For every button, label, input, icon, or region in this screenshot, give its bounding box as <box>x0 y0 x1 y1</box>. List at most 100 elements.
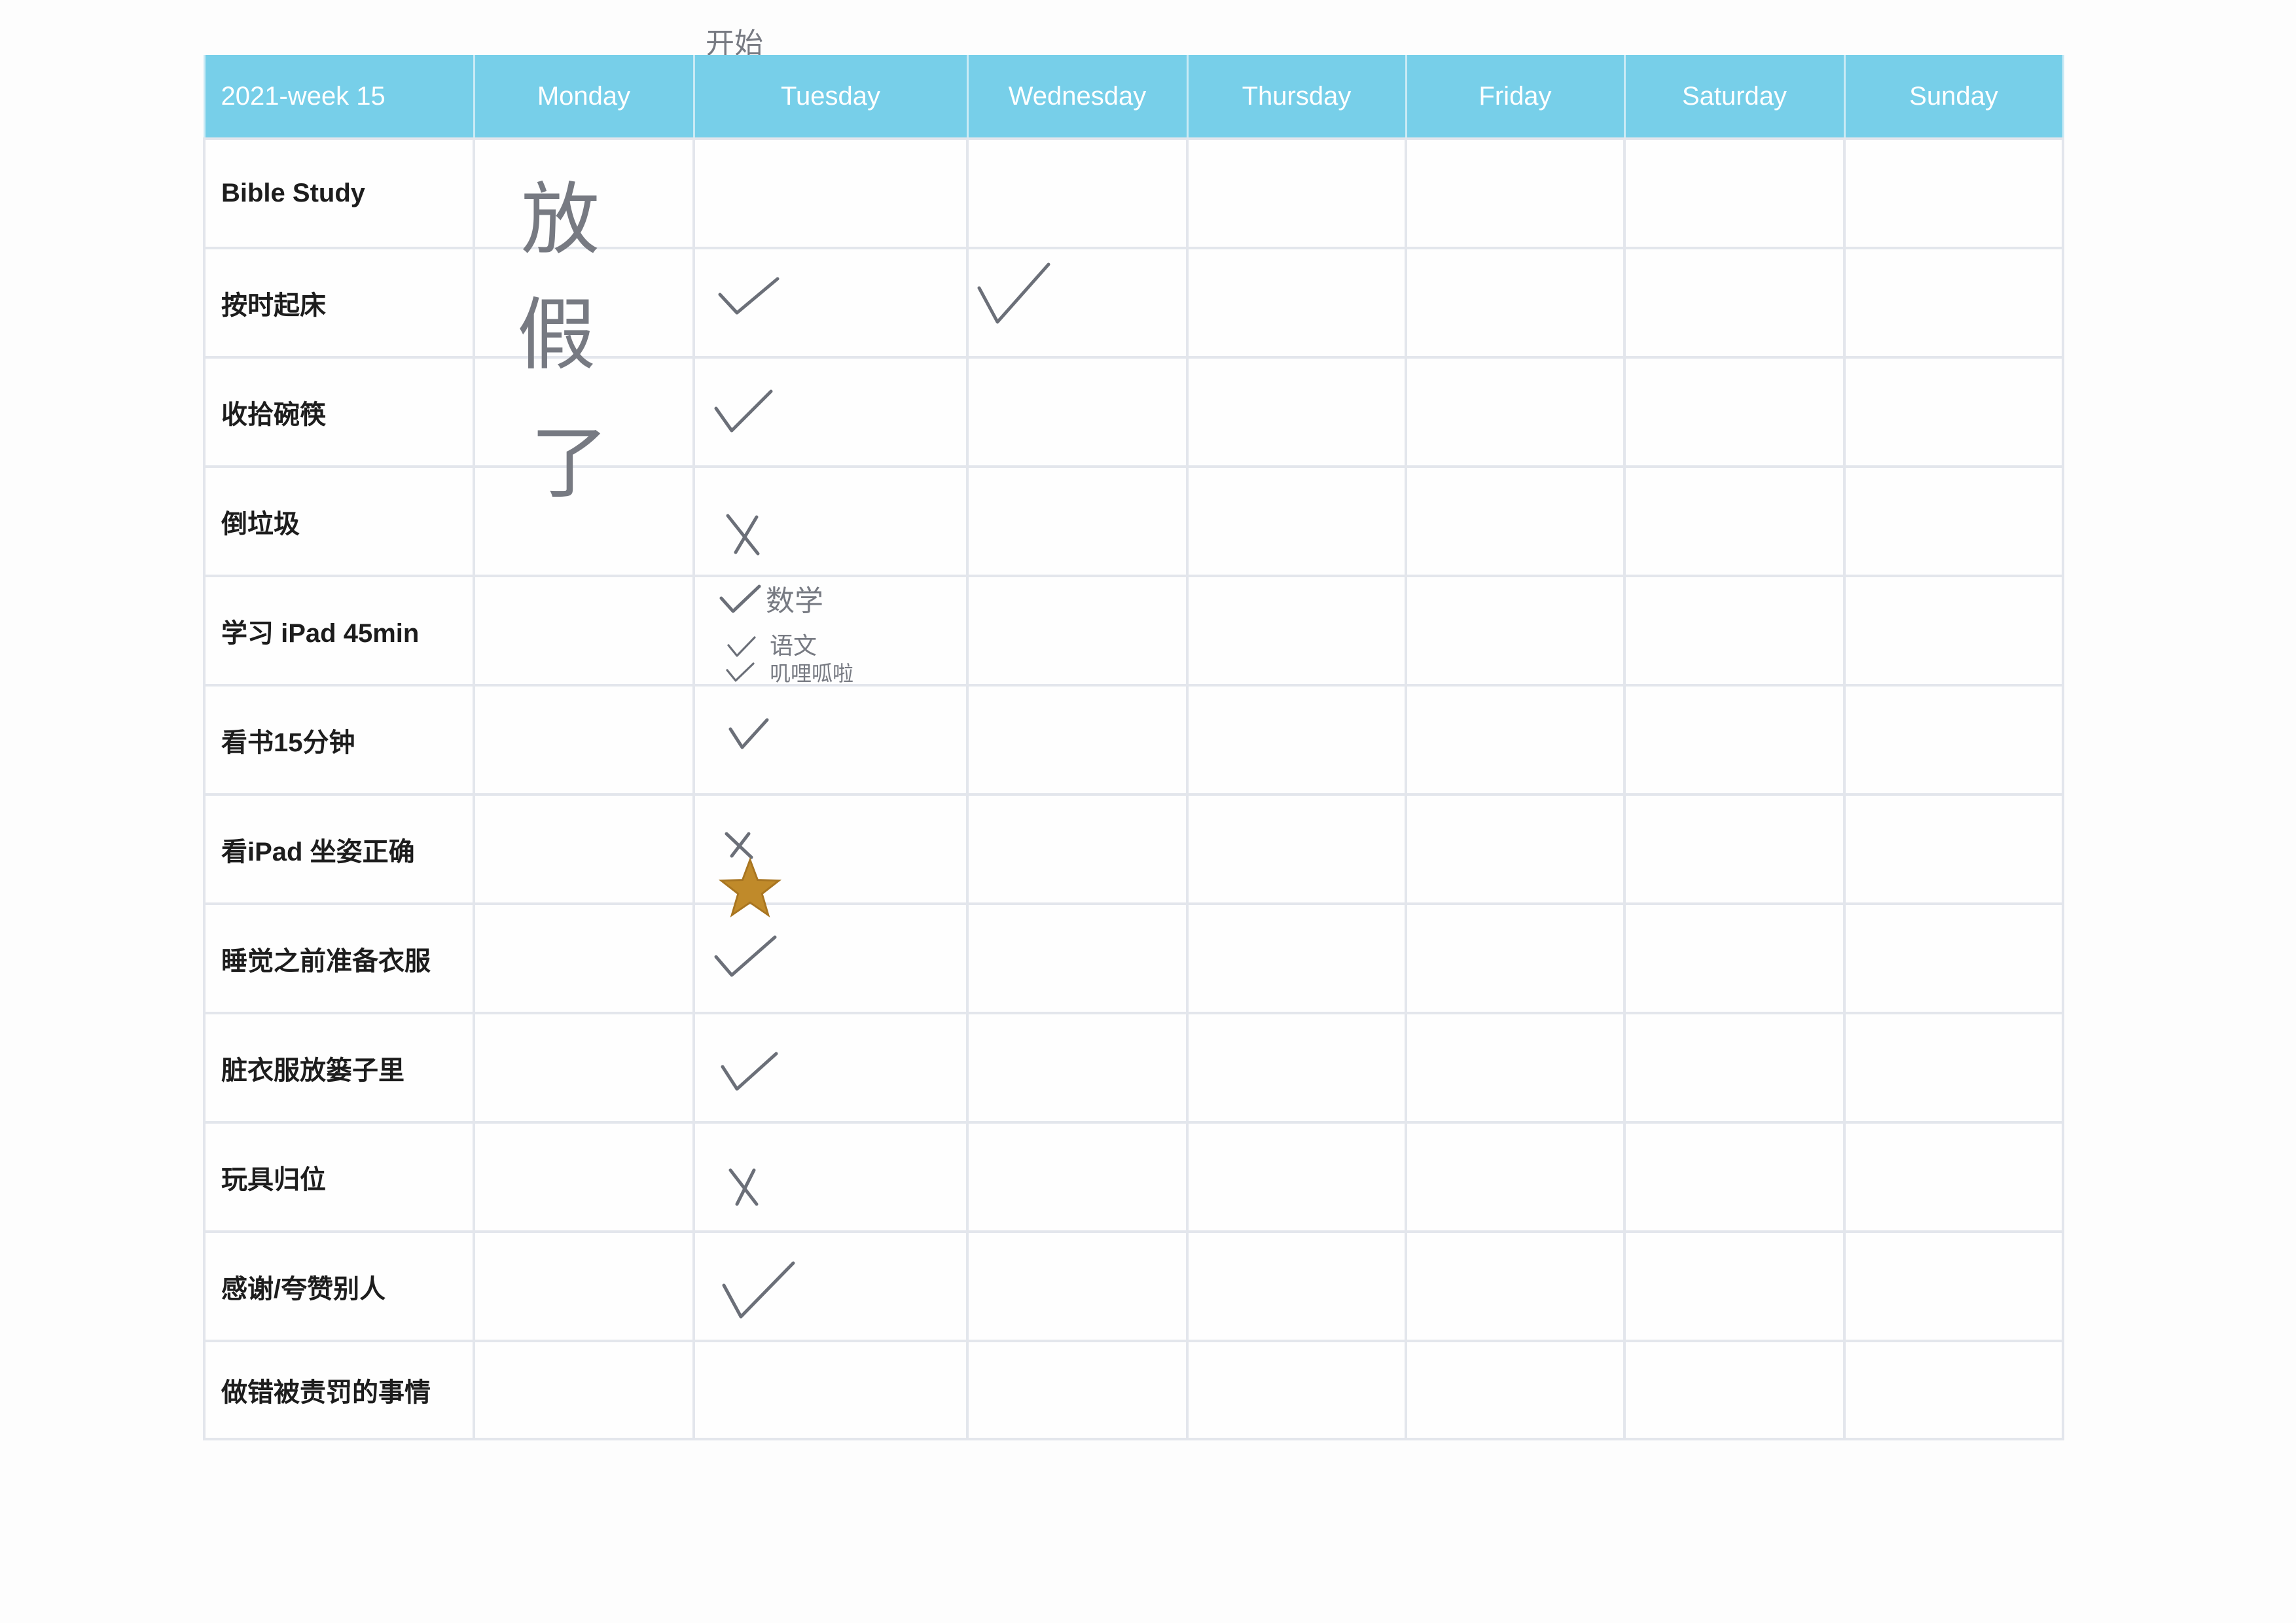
cell-saturday <box>1623 465 1846 577</box>
cell-sunday <box>1843 684 2064 796</box>
day-header-tuesday: Tuesday <box>692 55 969 139</box>
cell-monday <box>473 1230 695 1342</box>
cell-monday <box>473 902 695 1014</box>
cell-friday <box>1405 356 1626 468</box>
cross-mark-icon <box>726 514 760 556</box>
handwritten-monday-char-1: 放 <box>521 175 600 266</box>
weekly-habit-table: 2021-week 15 Monday Tuesday Wednesday Th… <box>203 55 2064 1440</box>
cell-wednesday <box>966 1012 1189 1124</box>
cell-friday <box>1405 247 1626 359</box>
cell-tuesday <box>692 137 969 249</box>
handwritten-subject: 语文 <box>770 633 817 660</box>
cell-sunday <box>1843 575 2064 687</box>
cell-wednesday <box>966 1121 1189 1233</box>
task-row: 收拾碗筷 <box>203 356 2064 468</box>
cell-friday <box>1405 793 1626 905</box>
scanned-sheet: 开始 2021-week 15 Monday Tuesday Wednesday… <box>0 0 2296 1623</box>
cell-friday <box>1405 1012 1626 1124</box>
task-label: 玩具归位 <box>203 1121 475 1233</box>
cell-saturday <box>1623 137 1846 249</box>
cell-monday <box>473 1121 695 1233</box>
cell-wednesday <box>966 1230 1189 1342</box>
cell-monday <box>473 684 695 796</box>
task-row: Bible Study <box>203 137 2064 249</box>
cell-friday <box>1405 465 1626 577</box>
cell-thursday <box>1186 1121 1407 1233</box>
cell-thursday <box>1186 1230 1407 1342</box>
cell-wednesday <box>966 1340 1189 1440</box>
cell-friday <box>1405 684 1626 796</box>
check-mark-icon <box>728 718 769 749</box>
check-mark-icon <box>722 1261 795 1319</box>
handwritten-subject: 叽哩呱啦 <box>770 661 854 686</box>
cell-monday <box>473 793 695 905</box>
cell-thursday <box>1186 575 1407 687</box>
cell-sunday <box>1843 793 2064 905</box>
cell-wednesday <box>966 793 1189 905</box>
cell-thursday <box>1186 684 1407 796</box>
cell-monday <box>473 1012 695 1124</box>
cell-friday <box>1405 1340 1626 1440</box>
cell-friday <box>1405 1230 1626 1342</box>
cell-friday <box>1405 1121 1626 1233</box>
cell-wednesday <box>966 575 1189 687</box>
check-mark-icon <box>726 662 755 682</box>
cell-friday <box>1405 902 1626 1014</box>
cell-saturday <box>1623 684 1846 796</box>
check-mark-icon <box>718 277 780 315</box>
day-header-thursday: Thursday <box>1186 55 1407 139</box>
task-label: 按时起床 <box>203 247 475 359</box>
cell-saturday <box>1623 902 1846 1014</box>
task-label: 看书15分钟 <box>203 684 475 796</box>
cell-wednesday <box>966 356 1189 468</box>
cross-mark-icon <box>728 1168 759 1206</box>
cell-monday <box>473 575 695 687</box>
cell-monday <box>473 1340 695 1440</box>
day-header-wednesday: Wednesday <box>966 55 1189 139</box>
cell-saturday <box>1623 247 1846 359</box>
cell-sunday <box>1843 137 2064 249</box>
cell-thursday <box>1186 247 1407 359</box>
check-mark-icon <box>719 584 761 613</box>
day-header-sunday: Sunday <box>1843 55 2064 139</box>
cell-wednesday <box>966 465 1189 577</box>
cell-sunday <box>1843 1121 2064 1233</box>
task-row: 按时起床 <box>203 247 2064 359</box>
check-mark-icon <box>714 935 777 977</box>
cell-saturday <box>1623 1121 1846 1233</box>
cell-saturday <box>1623 575 1846 687</box>
cell-thursday <box>1186 1012 1407 1124</box>
day-header-monday: Monday <box>473 55 695 139</box>
task-row: 看书15分钟 <box>203 684 2064 796</box>
cell-saturday <box>1623 1340 1846 1440</box>
cell-friday <box>1405 575 1626 687</box>
cell-tuesday <box>692 1340 969 1440</box>
task-row: 看iPad 坐姿正确 <box>203 793 2064 905</box>
task-label: 做错被责罚的事情 <box>203 1340 475 1440</box>
task-row: 学习 iPad 45min <box>203 575 2064 687</box>
cell-saturday <box>1623 1012 1846 1124</box>
cell-sunday <box>1843 247 2064 359</box>
cell-wednesday <box>966 137 1189 249</box>
task-row: 玩具归位 <box>203 1121 2064 1233</box>
handwritten-monday-char-2: 假 <box>517 290 596 381</box>
cell-wednesday <box>966 902 1189 1014</box>
cell-friday <box>1405 137 1626 249</box>
week-title: 2021-week 15 <box>203 55 475 139</box>
check-mark-icon <box>721 1052 778 1091</box>
cell-thursday <box>1186 1340 1407 1440</box>
task-label: 看iPad 坐姿正确 <box>203 793 475 905</box>
task-label: 收拾碗筷 <box>203 356 475 468</box>
check-mark-icon <box>977 262 1050 324</box>
cell-saturday <box>1623 356 1846 468</box>
cross-mark-icon <box>725 832 753 859</box>
cell-saturday <box>1623 793 1846 905</box>
cell-sunday <box>1843 1340 2064 1440</box>
task-row: 脏衣服放篓子里 <box>203 1012 2064 1124</box>
cell-thursday <box>1186 137 1407 249</box>
cell-sunday <box>1843 902 2064 1014</box>
task-label: 脏衣服放篓子里 <box>203 1012 475 1124</box>
check-mark-icon <box>727 636 756 657</box>
cell-wednesday <box>966 684 1189 796</box>
task-row: 倒垃圾 <box>203 465 2064 577</box>
